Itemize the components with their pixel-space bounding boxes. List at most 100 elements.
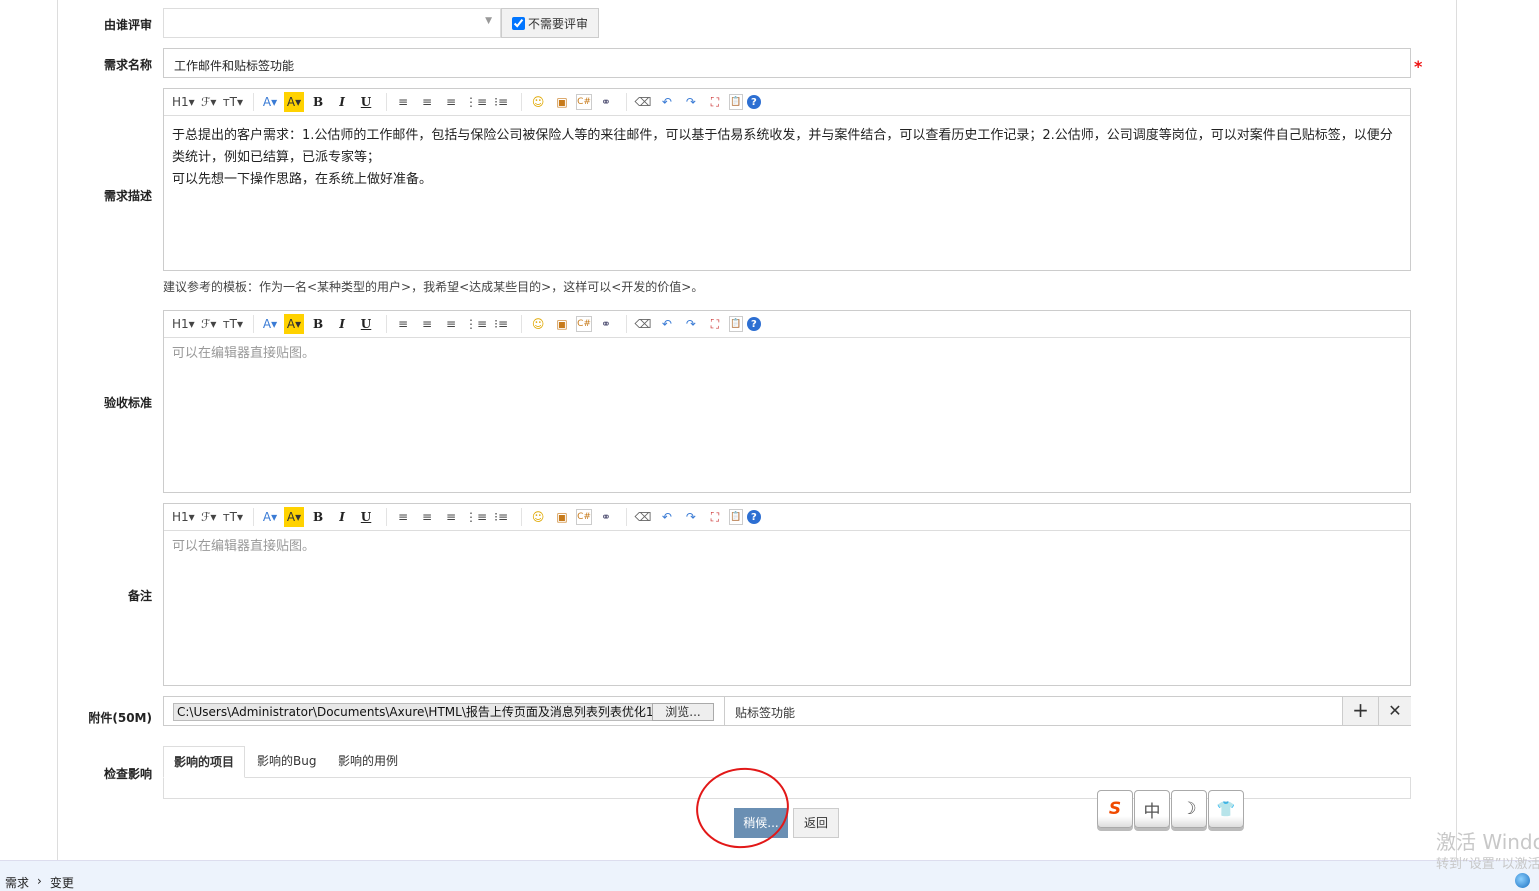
underline-icon[interactable]: U — [356, 92, 376, 112]
heading-icon[interactable]: H1▾ — [172, 92, 195, 112]
font-family-icon[interactable]: ℱ▾ — [199, 314, 219, 334]
link-icon[interactable]: ⚭ — [596, 92, 616, 112]
ime-mode-button[interactable]: 中 — [1134, 790, 1170, 828]
fullscreen-icon[interactable]: ⛶ — [705, 92, 725, 112]
align-center-icon[interactable]: ≡ — [417, 314, 437, 334]
breadcrumb-separator: › — [37, 874, 42, 888]
browse-button[interactable]: 浏览... — [652, 703, 714, 721]
redo-icon[interactable]: ↷ — [681, 92, 701, 112]
align-left-icon[interactable]: ≡ — [393, 507, 413, 527]
attachment-title-input[interactable]: 贴标签功能 — [735, 704, 795, 721]
highlight-icon[interactable]: A▾ — [284, 314, 305, 334]
align-left-icon[interactable]: ≡ — [393, 92, 413, 112]
bold-icon[interactable]: B — [308, 92, 328, 112]
acceptance-editor[interactable]: H1▾ ℱ▾ тT▾ A▾ A▾ B I U ≡ ≡ ≡ ⋮≡ ⁝≡ ☺ ▣ C# ⚭ ⌫ ↶ ↷ ⛶ 📋? 可以在编辑器… — [163, 310, 1411, 493]
link-icon[interactable]: ⚭ — [596, 507, 616, 527]
align-right-icon[interactable]: ≡ — [441, 92, 461, 112]
undo-icon[interactable]: ↶ — [657, 92, 677, 112]
help-icon[interactable]: ? — [746, 95, 761, 109]
highlight-icon[interactable]: A▾ — [284, 507, 305, 527]
paste-icon[interactable]: 📋 — [728, 316, 743, 332]
font-color-icon[interactable]: A▾ — [260, 92, 280, 112]
impact-label: 检查影响 — [103, 767, 152, 781]
emoticon-icon[interactable]: ☺ — [528, 92, 548, 112]
paste-icon[interactable]: 📋 — [728, 509, 743, 525]
reviewer-label: 由谁评审 — [103, 18, 152, 32]
undo-icon[interactable]: ↶ — [657, 314, 677, 334]
font-color-icon[interactable]: A▾ — [260, 314, 280, 334]
unordered-list-icon[interactable]: ⁝≡ — [491, 314, 511, 334]
code-icon[interactable]: C# — [576, 509, 592, 525]
unordered-list-icon[interactable]: ⁝≡ — [491, 507, 511, 527]
code-icon[interactable]: C# — [576, 316, 592, 332]
emoticon-icon[interactable]: ☺ — [528, 507, 548, 527]
help-icon[interactable]: ? — [746, 510, 761, 524]
eraser-icon[interactable]: ⌫ — [633, 314, 653, 334]
heading-icon[interactable]: H1▾ — [172, 507, 195, 527]
underline-icon[interactable]: U — [356, 314, 376, 334]
fullscreen-icon[interactable]: ⛶ — [705, 314, 725, 334]
editor-toolbar: H1▾ ℱ▾ тT▾ A▾ A▾ B I U ≡ ≡ ≡ ⋮≡ ⁝≡ ☺ ▣ C# ⚭ ⌫ ↶ ↷ ⛶ 📋? — [164, 311, 1410, 338]
align-right-icon[interactable]: ≡ — [441, 507, 461, 527]
ordered-list-icon[interactable]: ⋮≡ — [465, 92, 487, 112]
ordered-list-icon[interactable]: ⋮≡ — [465, 507, 487, 527]
ordered-list-icon[interactable]: ⋮≡ — [465, 314, 487, 334]
font-color-icon[interactable]: A▾ — [260, 507, 280, 527]
breadcrumb-item-requirement[interactable]: 需求 — [5, 874, 29, 891]
name-input[interactable]: 工作邮件和贴标签功能 — [163, 48, 1411, 78]
align-left-icon[interactable]: ≡ — [393, 314, 413, 334]
attachment-label: 附件(50M) — [88, 711, 152, 725]
unordered-list-icon[interactable]: ⁝≡ — [491, 92, 511, 112]
globe-icon — [1515, 873, 1530, 888]
back-button[interactable]: 返回 — [793, 808, 839, 838]
moon-icon[interactable]: ☽ — [1171, 790, 1207, 828]
reviewer-select[interactable]: ▼ — [163, 8, 501, 38]
font-size-icon[interactable]: тT▾ — [223, 92, 243, 112]
image-icon[interactable]: ▣ — [552, 507, 572, 527]
italic-icon[interactable]: I — [332, 314, 352, 334]
help-icon[interactable]: ? — [746, 317, 761, 331]
remove-attachment-button[interactable]: ✕ — [1378, 697, 1411, 725]
fullscreen-icon[interactable]: ⛶ — [705, 507, 725, 527]
eraser-icon[interactable]: ⌫ — [633, 507, 653, 527]
description-line: 于总提出的客户需求：1.公估师的工作邮件，包括与保险公司被保险人等的来往邮件，可… — [172, 128, 1393, 165]
emoticon-icon[interactable]: ☺ — [528, 314, 548, 334]
font-size-icon[interactable]: тT▾ — [223, 314, 243, 334]
paste-icon[interactable]: 📋 — [728, 94, 743, 110]
bold-icon[interactable]: B — [308, 314, 328, 334]
italic-icon[interactable]: I — [332, 92, 352, 112]
add-attachment-button[interactable]: + — [1342, 697, 1378, 725]
redo-icon[interactable]: ↷ — [681, 507, 701, 527]
tab-affected-cases[interactable]: 影响的用例 — [328, 746, 408, 777]
file-path-input[interactable]: C:\Users\Administrator\Documents\Axure\H… — [173, 703, 653, 721]
heading-icon[interactable]: H1▾ — [172, 314, 195, 334]
eraser-icon[interactable]: ⌫ — [633, 92, 653, 112]
redo-icon[interactable]: ↷ — [681, 314, 701, 334]
font-family-icon[interactable]: ℱ▾ — [199, 92, 219, 112]
undo-icon[interactable]: ↶ — [657, 507, 677, 527]
highlight-icon[interactable]: A▾ — [284, 92, 305, 112]
bold-icon[interactable]: B — [308, 507, 328, 527]
align-right-icon[interactable]: ≡ — [441, 314, 461, 334]
align-center-icon[interactable]: ≡ — [417, 92, 437, 112]
tab-affected-bugs[interactable]: 影响的Bug — [247, 746, 326, 777]
acceptance-placeholder[interactable]: 可以在编辑器直接贴图。 — [172, 343, 1402, 365]
tab-affected-projects[interactable]: 影响的项目 — [163, 746, 246, 778]
remark-placeholder[interactable]: 可以在编辑器直接贴图。 — [172, 536, 1402, 558]
image-icon[interactable]: ▣ — [552, 92, 572, 112]
code-icon[interactable]: C# — [576, 94, 592, 110]
ime-logo-icon[interactable]: S — [1097, 790, 1133, 828]
description-content[interactable]: 于总提出的客户需求：1.公估师的工作邮件，包括与保险公司被保险人等的来往邮件，可… — [172, 125, 1402, 191]
skin-shirt-icon[interactable]: 👕 — [1208, 790, 1244, 828]
no-review-checkbox[interactable] — [512, 16, 525, 30]
font-family-icon[interactable]: ℱ▾ — [199, 507, 219, 527]
font-size-icon[interactable]: тT▾ — [223, 507, 243, 527]
link-icon[interactable]: ⚭ — [596, 314, 616, 334]
remark-editor[interactable]: H1▾ ℱ▾ тT▾ A▾ A▾ B I U ≡ ≡ ≡ ⋮≡ ⁝≡ ☺ ▣ C# ⚭ ⌫ ↶ ↷ ⛶ 📋? 可以在编辑器… — [163, 503, 1411, 686]
italic-icon[interactable]: I — [332, 507, 352, 527]
align-center-icon[interactable]: ≡ — [417, 507, 437, 527]
no-review-toggle[interactable]: 不需要评审 — [501, 8, 599, 38]
image-icon[interactable]: ▣ — [552, 314, 572, 334]
underline-icon[interactable]: U — [356, 507, 376, 527]
description-editor[interactable]: H1▾ ℱ▾ тT▾ A▾ A▾ B I U ≡ ≡ ≡ ⋮≡ ⁝≡ ☺ ▣ C# ⚭ ⌫ ↶ ↷ ⛶ 📋? 于总提出的客… — [163, 88, 1411, 271]
